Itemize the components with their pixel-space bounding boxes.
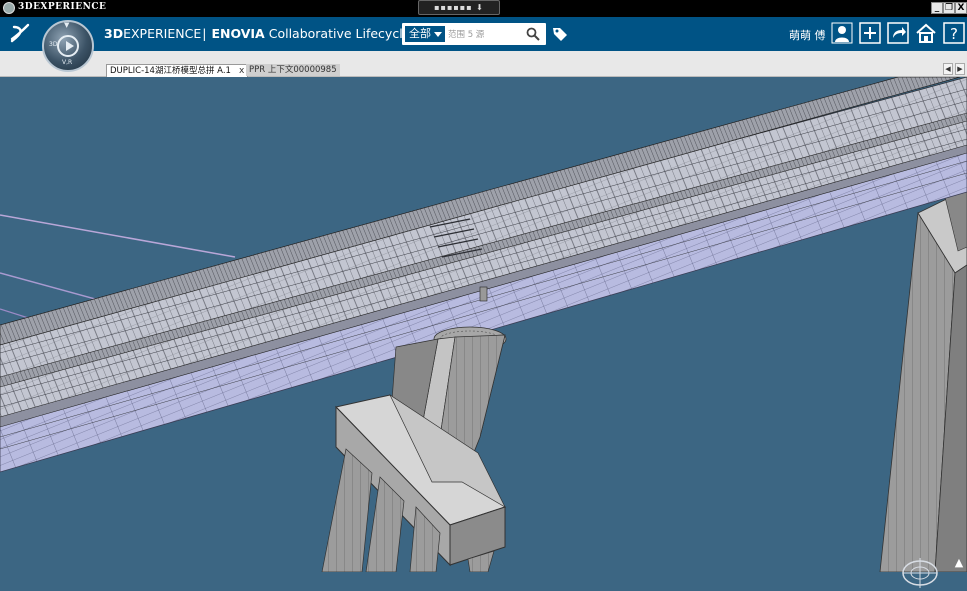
tag-icon[interactable] [552,26,568,42]
brand-experience: EXPERIENCE [123,26,202,41]
search-icon[interactable] [526,27,540,41]
tab-duplic-model[interactable]: DUPLIC-14湖江桥模型总拼 A.1 x [106,64,249,77]
search-input[interactable]: 范围 5 源 [448,28,484,40]
window-drag-handle[interactable]: ▪▪▪▪▪▪ ⬇ ▪▪▪▪▪▪ [418,0,500,17]
user-name[interactable]: 萌萌 傅 [789,27,826,43]
right-pier [879,186,967,572]
search-box[interactable]: 全部 范围 5 源 [402,23,546,45]
tab-next-button[interactable]: ▶ [955,63,965,75]
restore-button[interactable]: ❐ [943,2,955,14]
user-profile-icon[interactable] [831,22,853,44]
brand-3d: 3D [104,26,124,41]
compass-top-mark: ▼ [64,21,70,29]
help-icon[interactable]: ? [943,22,965,44]
compass-icon[interactable]: ▼ 3D V,R [42,20,94,72]
minimize-button[interactable]: _ [931,2,943,14]
deck-device [479,286,488,302]
tab-prev-button[interactable]: ◀ [943,63,953,75]
app-logo-icon [3,2,15,14]
window-title-bar: 3DEXPERIENCE ▪▪▪▪▪▪ ⬇ ▪▪▪▪▪▪ _ ❐ X [0,0,967,17]
home-icon[interactable] [915,22,937,44]
search-scope-label: 全部 [409,27,431,40]
search-scope-dropdown[interactable]: 全部 [405,26,445,42]
close-window-button[interactable]: X [955,2,967,14]
brand-separator: | [202,26,207,41]
chevron-down-icon [434,32,442,37]
add-icon[interactable] [859,22,881,44]
svg-text:?: ? [950,25,958,43]
view-compass-icon[interactable] [900,555,940,591]
app-title: 3DEXPERIENCE| ENOVIA Collaborative Lifec… [104,26,445,41]
share-icon[interactable] [887,22,909,44]
brand-enovia: ENOVIA [211,26,265,41]
compass-play-icon[interactable] [57,35,79,57]
3d-viewport[interactable]: ▲ [0,77,967,588]
compass-vr-label: V,R [62,59,73,66]
3ds-logo-icon[interactable] [8,21,32,50]
tab-ppr-context[interactable]: PPR 上下文00000985 [246,64,340,76]
window-title: 3DEXPERIENCE [18,2,107,12]
tab-bar: DUPLIC-14湖江桥模型总拼 A.1 x PPR 上下文00000985 [0,51,967,77]
tab-label: DUPLIC-14湖江桥模型总拼 A.1 [110,66,231,76]
close-tab-icon[interactable]: x [239,66,244,76]
top-bar: 3DEXPERIENCE| ENOVIA Collaborative Lifec… [0,17,967,51]
tab-label: PPR 上下文00000985 [249,65,337,75]
scroll-up-icon[interactable]: ▲ [952,556,966,570]
